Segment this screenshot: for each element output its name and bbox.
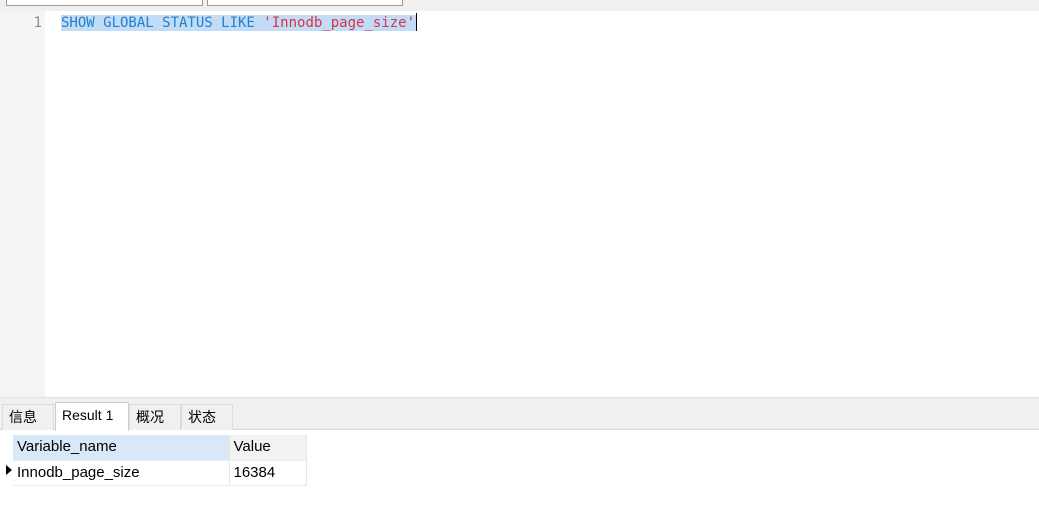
results-panel: Variable_name Value Innodb_page_size 163…: [0, 430, 1039, 508]
sql-keywords: SHOW GLOBAL STATUS LIKE: [61, 15, 264, 31]
grid-header-row: Variable_name Value: [13, 435, 307, 461]
toolbar-dropdown-right[interactable]: [207, 0, 403, 6]
line-number-gutter: 1: [0, 11, 45, 397]
text-caret: [416, 13, 418, 31]
tab-result-1[interactable]: Result 1: [55, 402, 129, 431]
tab-info[interactable]: 信息: [2, 404, 54, 430]
column-header-value[interactable]: Value: [229, 435, 307, 461]
table-row[interactable]: Innodb_page_size 16384: [13, 460, 307, 486]
code-line[interactable]: SHOW GLOBAL STATUS LIKE 'Innodb_page_siz…: [61, 13, 418, 33]
toolbar: [0, 0, 1039, 11]
selected-text[interactable]: SHOW GLOBAL STATUS LIKE 'Innodb_page_siz…: [61, 15, 417, 31]
line-number: 1: [33, 15, 42, 31]
tab-overview[interactable]: 概况: [129, 404, 181, 430]
toolbar-dropdown-left[interactable]: [6, 0, 203, 6]
column-header-variable-name[interactable]: Variable_name: [13, 435, 230, 461]
results-grid: Variable_name Value Innodb_page_size 163…: [13, 435, 307, 486]
query-editor-window: 1 SHOW GLOBAL STATUS LIKE 'Innodb_page_s…: [0, 0, 1039, 508]
row-selector-column: [0, 435, 13, 485]
cell-variable-name[interactable]: Innodb_page_size: [13, 460, 230, 486]
cell-value[interactable]: 16384: [229, 460, 307, 486]
tab-status[interactable]: 状态: [181, 404, 233, 430]
current-row-arrow-icon: [6, 465, 12, 475]
results-tab-strip: 信息 Result 1 概况 状态: [0, 402, 1039, 431]
sql-editor[interactable]: 1 SHOW GLOBAL STATUS LIKE 'Innodb_page_s…: [0, 11, 1039, 397]
sql-string-literal: 'Innodb_page_size': [263, 15, 416, 31]
